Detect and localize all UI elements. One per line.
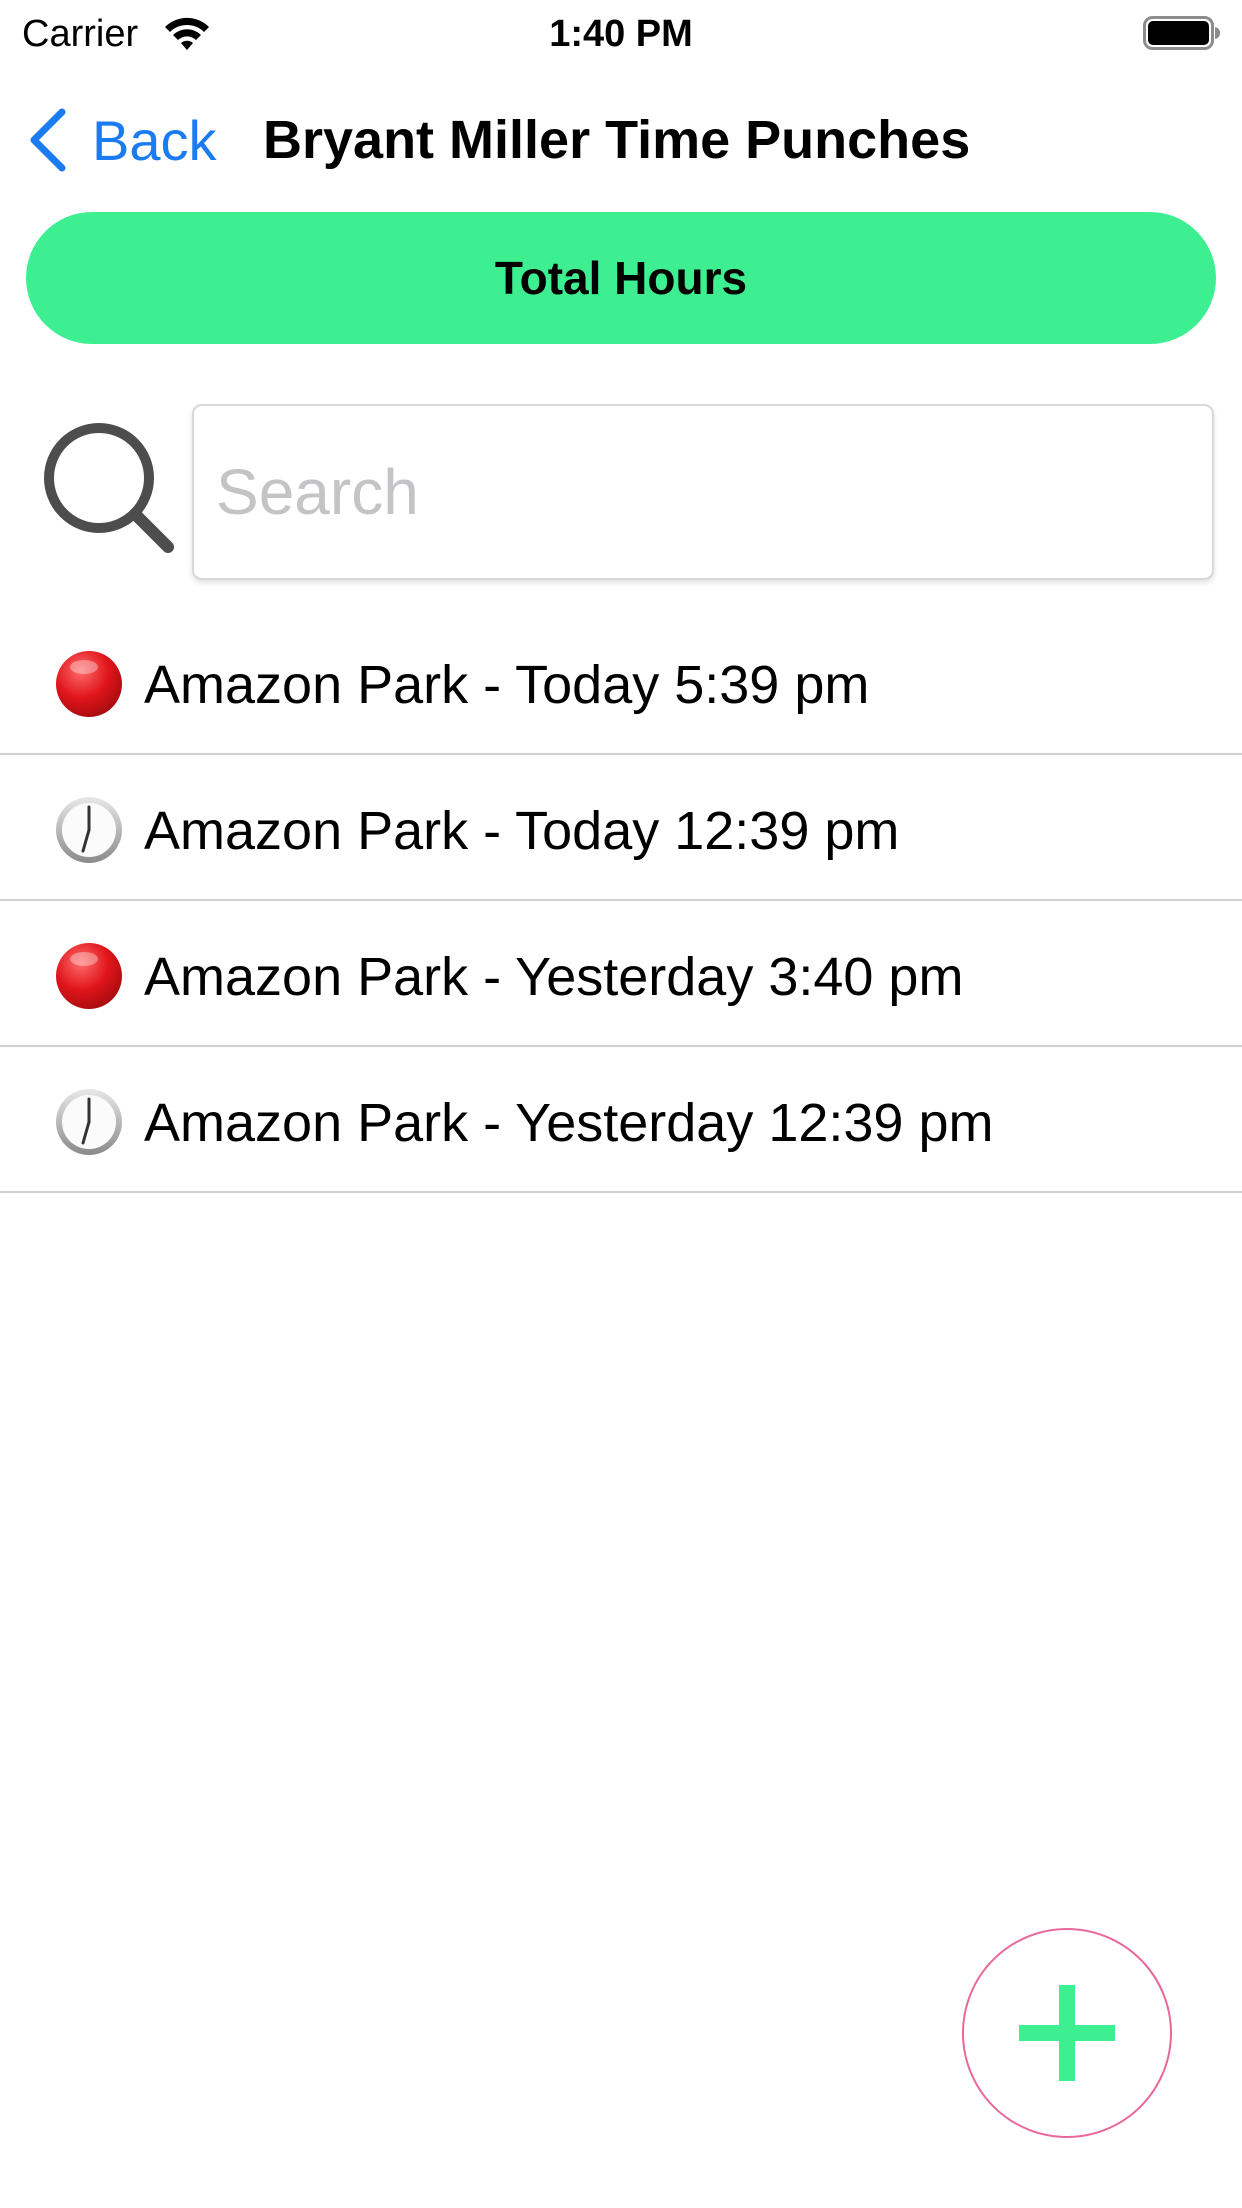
list-item[interactable]: Amazon Park - Yesterday 3:40 pm [0, 901, 1242, 1047]
search-icon [44, 423, 174, 553]
battery-full-icon [1143, 16, 1220, 50]
plus-icon [1019, 1985, 1115, 2081]
add-punch-button[interactable] [962, 1928, 1172, 2138]
list-item[interactable]: Amazon Park - Today 12:39 pm [0, 755, 1242, 901]
red-circle-icon [56, 651, 122, 717]
list-item[interactable]: Amazon Park - Yesterday 12:39 pm [0, 1047, 1242, 1193]
clock-icon [56, 1089, 122, 1155]
punch-text: Amazon Park - Yesterday 12:39 pm [144, 1093, 994, 1153]
red-circle-icon [56, 943, 122, 1009]
total-hours-label: Total Hours [494, 252, 748, 304]
list-item[interactable]: Amazon Park - Today 5:39 pm [0, 609, 1242, 755]
navigation-bar: Back Bryant Miller Time Punches [0, 90, 1242, 190]
search-input[interactable] [192, 404, 1214, 580]
punch-text: Amazon Park - Today 5:39 pm [144, 655, 870, 715]
status-time: 1:40 PM [549, 13, 693, 55]
page-title: Bryant Miller Time Punches [263, 110, 971, 170]
back-button[interactable]: Back [26, 108, 217, 172]
clock-icon [56, 797, 122, 863]
back-label: Back [92, 108, 217, 172]
punch-text: Amazon Park - Yesterday 3:40 pm [144, 947, 964, 1007]
punch-list: Amazon Park - Today 5:39 pm Amazon Park … [0, 609, 1242, 1193]
total-hours-button[interactable]: Total Hours [26, 212, 1216, 344]
punch-text: Amazon Park - Today 12:39 pm [144, 801, 900, 861]
chevron-left-icon [30, 108, 66, 172]
status-bar: Carrier 1:40 PM [0, 0, 1242, 66]
